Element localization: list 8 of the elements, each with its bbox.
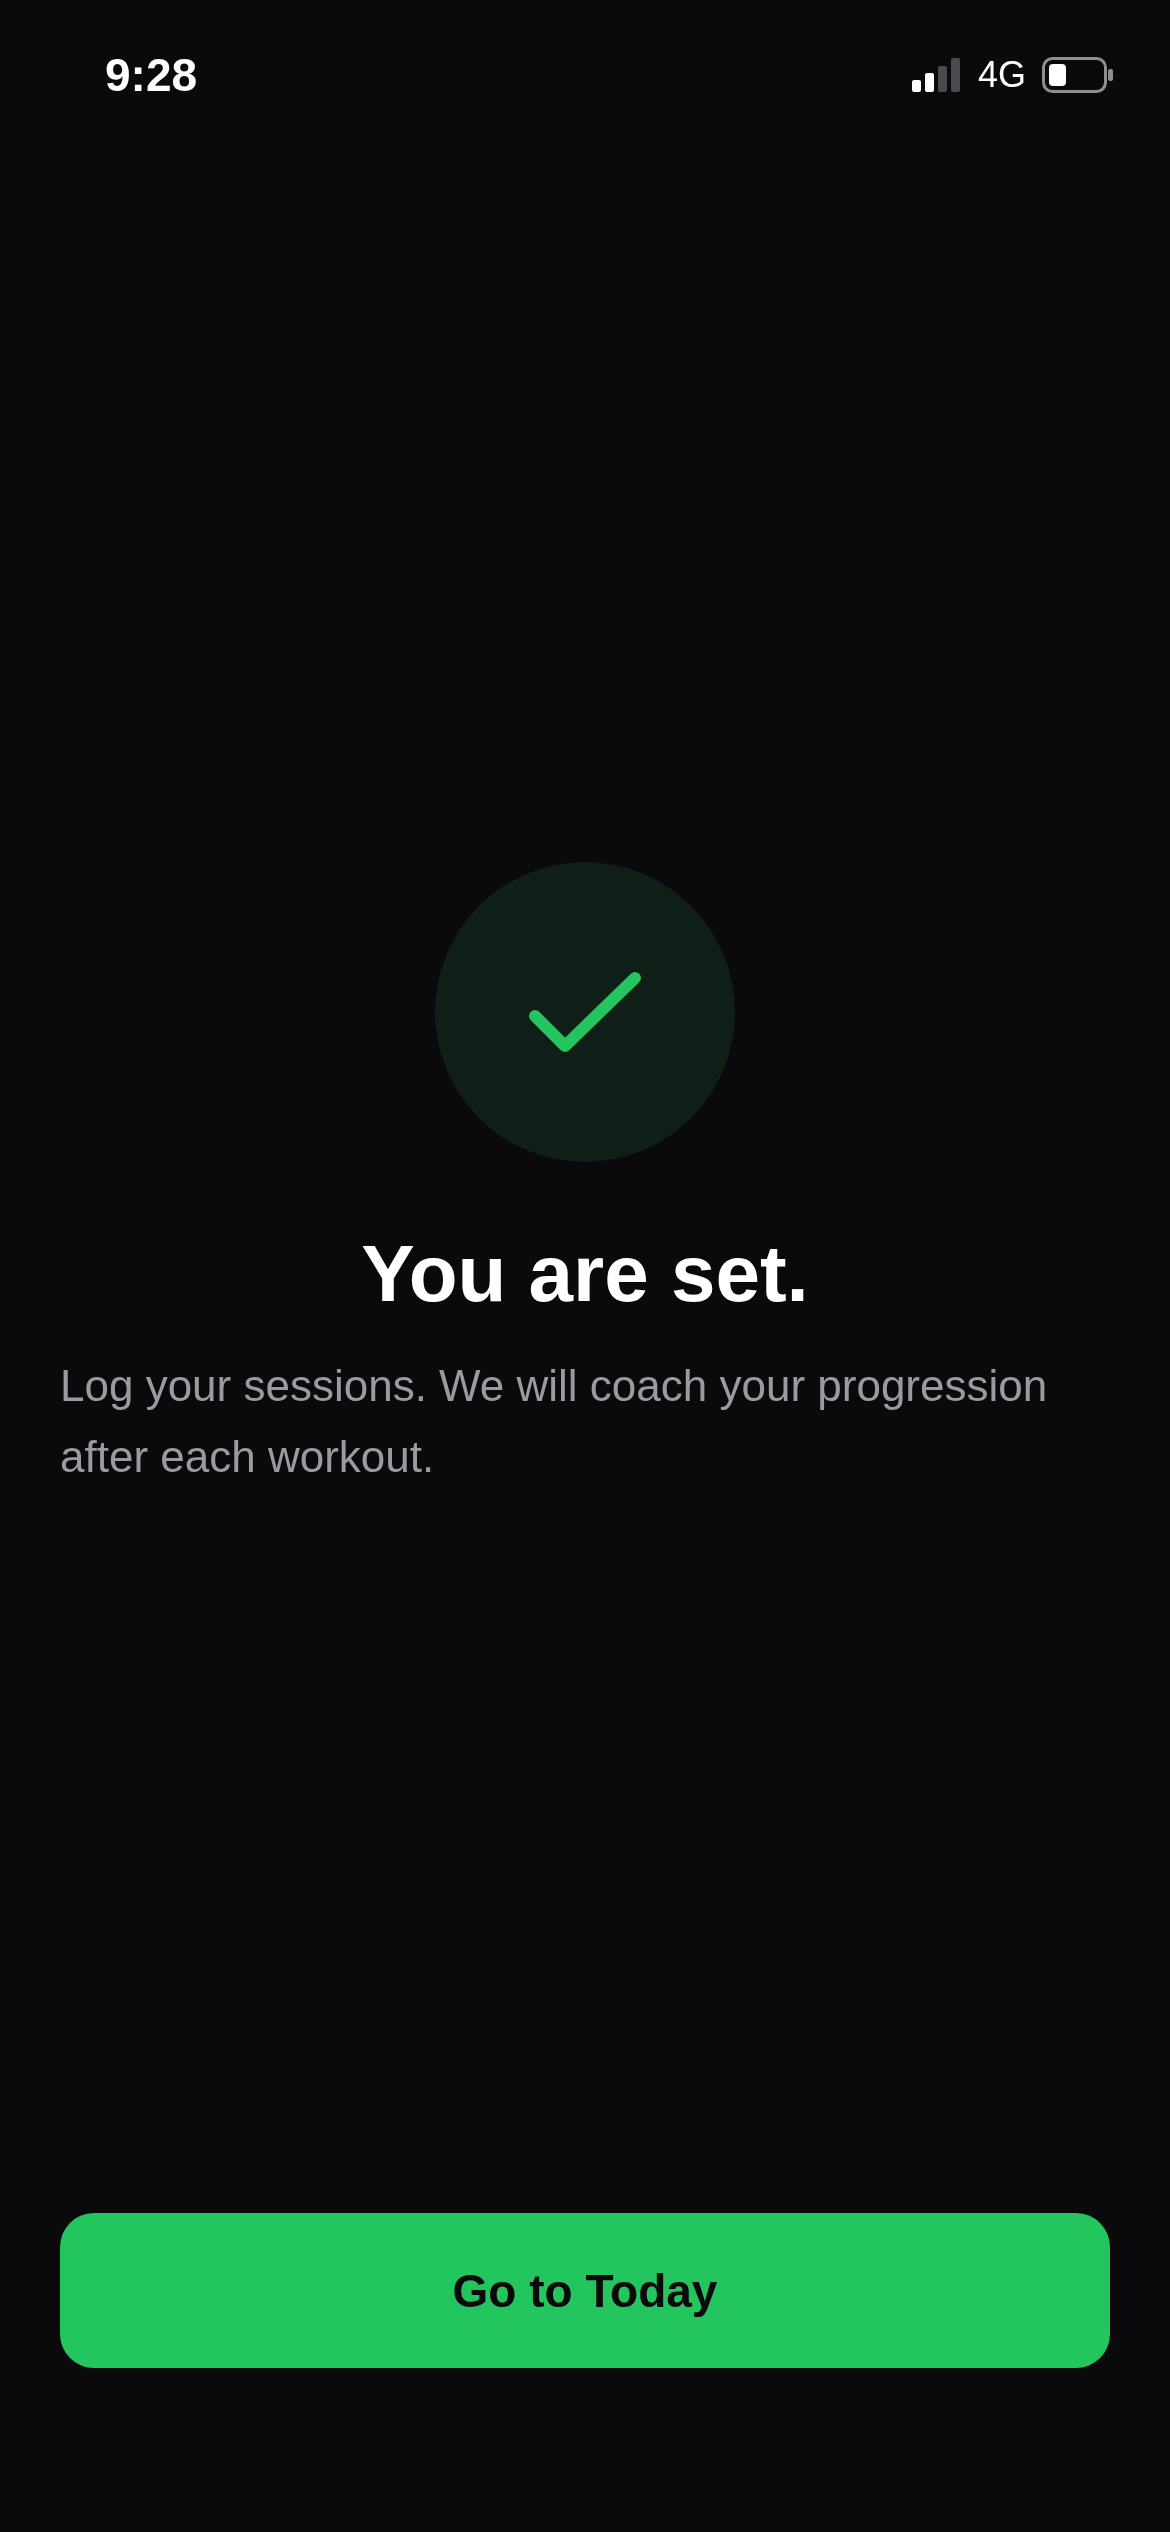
title: You are set.: [361, 1234, 809, 1314]
message: Log your sessions. We will coach your progression after each workout.: [60, 1360, 1049, 1483]
status-time: 9:28: [105, 48, 198, 102]
network-label: 4G: [977, 54, 1026, 96]
signal-icon: [911, 58, 962, 92]
checkmark-icon: [527, 970, 643, 1054]
battery-icon: [1042, 57, 1114, 93]
go-to-today-button[interactable]: Go to Today: [60, 2213, 1110, 2368]
